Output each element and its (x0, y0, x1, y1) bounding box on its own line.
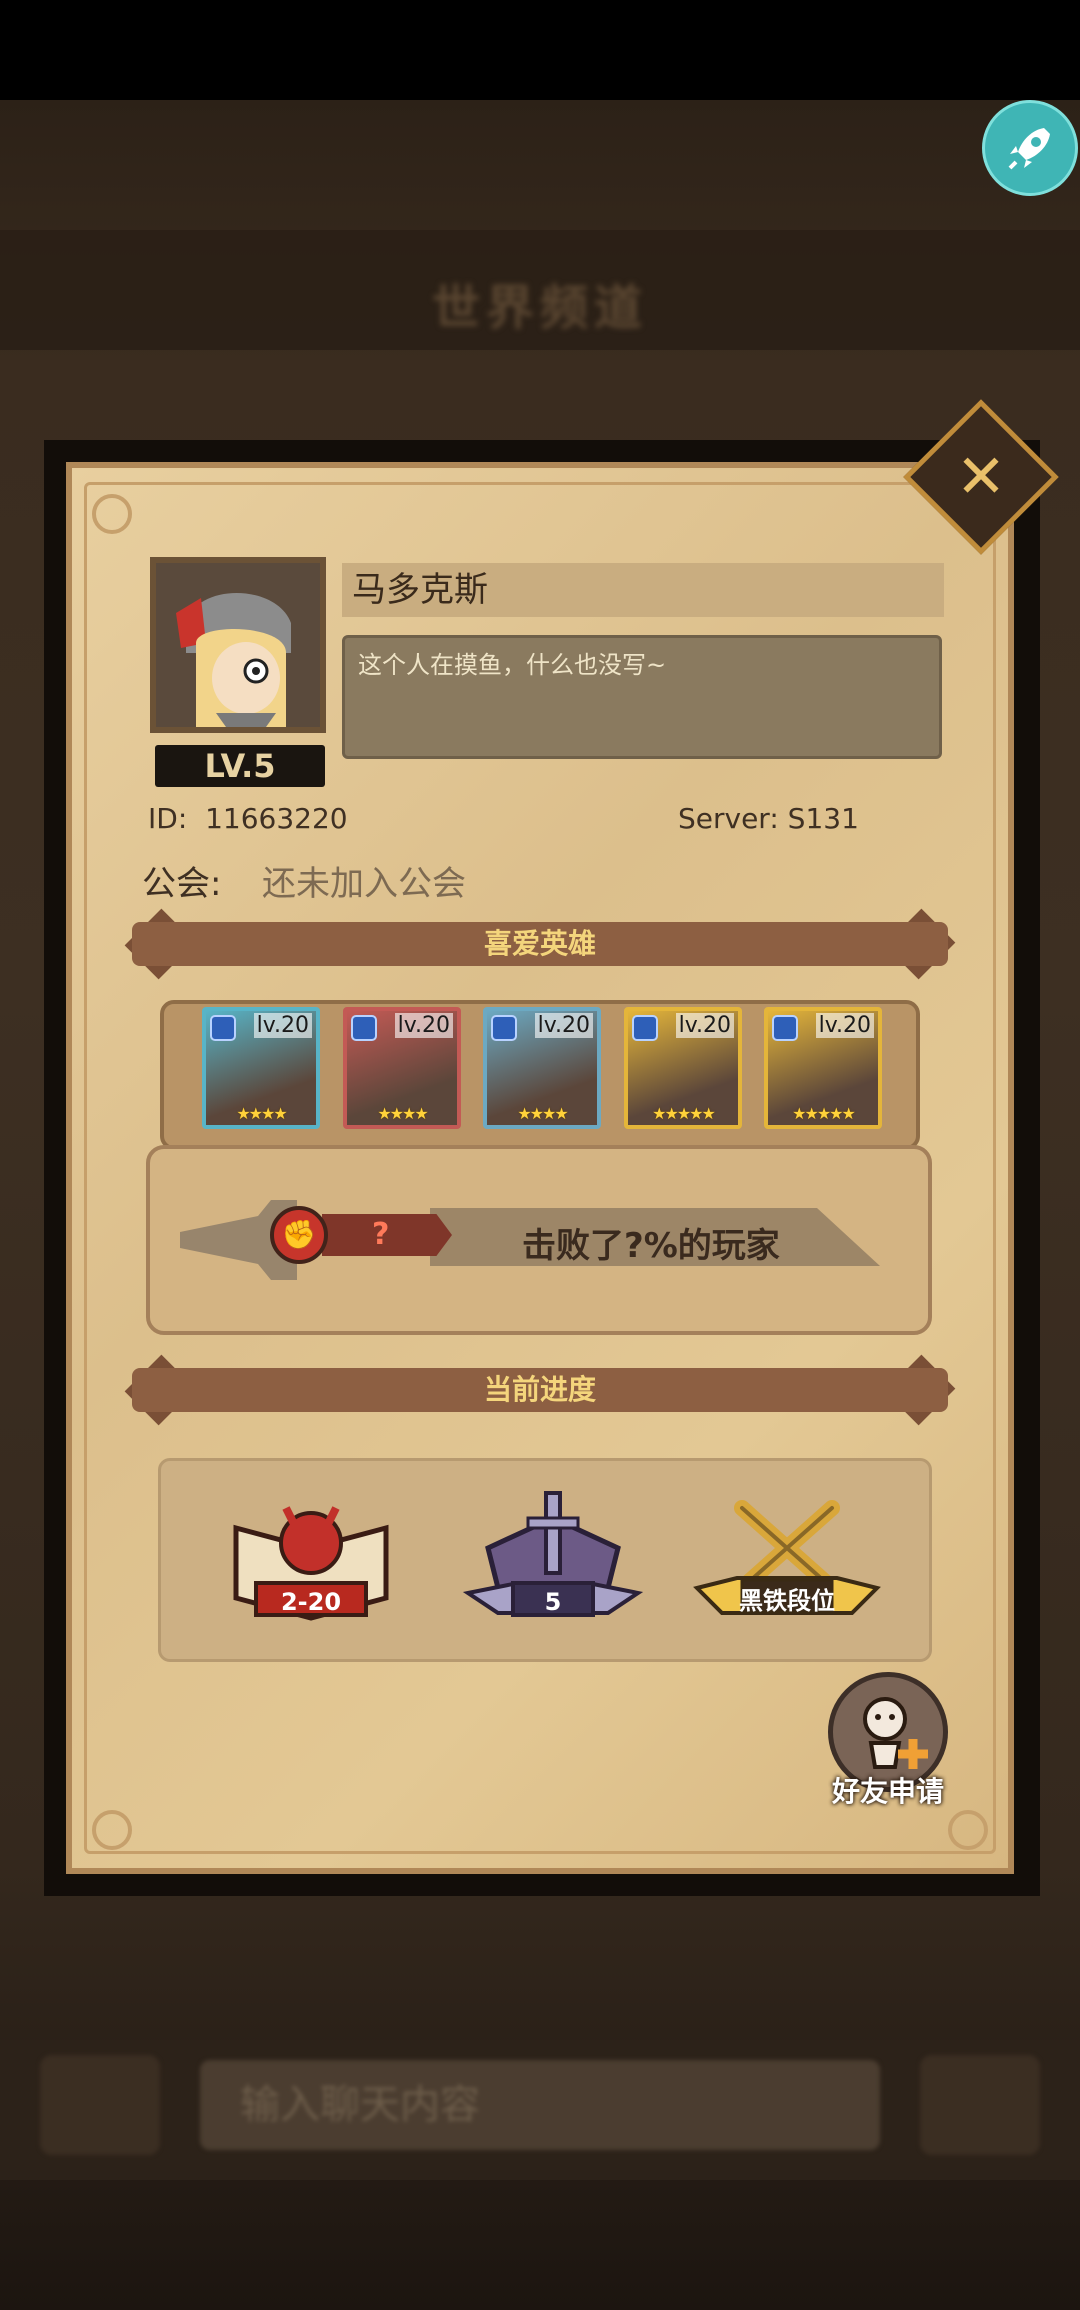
rocket-icon (1008, 128, 1050, 170)
corner-swirl-icon (92, 494, 132, 534)
fist-icon: ✊ (270, 1206, 328, 1264)
hero-level: lv.20 (534, 1013, 593, 1038)
hero-level: lv.20 (394, 1013, 453, 1038)
campaign-progress[interactable]: 2-20 (216, 1488, 406, 1628)
defeat-percentage-text: 击败了?%的玩家 (522, 1226, 780, 1266)
guild-label: 公会: (142, 864, 222, 904)
rocket-boost-button[interactable] (982, 100, 1078, 196)
hero-stars: ★★★★★ (652, 1104, 716, 1123)
status-bar (0, 0, 1080, 100)
hero-stars: ★★★★★ (792, 1104, 856, 1123)
friend-request-label[interactable]: 好友申请 (808, 1770, 968, 1810)
tower-progress[interactable]: 5 (458, 1488, 648, 1628)
background-chat-input: 输入聊天内容 (200, 2060, 880, 2150)
campaign-progress-label: 2-20 (280, 1588, 342, 1616)
element-icon (632, 1015, 658, 1041)
hero-stars: ★★★★ (377, 1104, 428, 1123)
favorite-heroes-title: 喜爱英雄 (483, 927, 596, 960)
background-header-title: 世界频道 (431, 280, 648, 336)
element-icon (351, 1015, 377, 1041)
hero-card-2[interactable]: lv.20 ★★★★ (343, 1007, 461, 1129)
hero-card-1[interactable]: lv.20 ★★★★ (202, 1007, 320, 1129)
player-id: ID: 11663220 (148, 802, 348, 835)
arena-rank-label: 黑铁段位 (739, 1587, 835, 1615)
background-send-button (920, 2055, 1040, 2155)
corner-swirl-icon (948, 1810, 988, 1850)
rank-value: ? (372, 1217, 390, 1252)
server-label: Server: (678, 802, 779, 835)
hero-card-3[interactable]: lv.20 ★★★★ (483, 1007, 601, 1129)
tower-progress-label: 5 (544, 1588, 562, 1616)
id-value: 11663220 (205, 802, 348, 835)
close-icon[interactable]: ✕ (951, 447, 1011, 507)
arena-progress[interactable]: 黑铁段位 (692, 1488, 882, 1628)
server-info: Server: S131 (678, 802, 859, 835)
player-level-badge: LV.5 (155, 745, 325, 787)
progress-title: 当前进度 (483, 1373, 596, 1406)
hero-level: lv.20 (675, 1013, 734, 1038)
hero-portrait-icon (156, 563, 320, 727)
element-icon (210, 1015, 236, 1041)
hero-card-4[interactable]: lv.20 ★★★★★ (624, 1007, 742, 1129)
hero-level: lv.20 (815, 1013, 874, 1038)
hero-stars: ★★★★ (236, 1104, 287, 1123)
player-name: 马多克斯 (352, 570, 488, 610)
avatar[interactable] (150, 557, 326, 733)
hero-card-5[interactable]: lv.20 ★★★★★ (764, 1007, 882, 1129)
signature-text: 这个人在摸鱼，什么也没写~ (358, 651, 667, 679)
id-label: ID: (148, 802, 188, 835)
server-value: S131 (787, 802, 859, 835)
hero-stars: ★★★★ (517, 1104, 568, 1123)
element-icon (491, 1015, 517, 1041)
hero-level: lv.20 (253, 1013, 312, 1038)
guild-value: 还未加入公会 (262, 864, 466, 904)
background-emoji-button (40, 2055, 160, 2155)
element-icon (772, 1015, 798, 1041)
corner-swirl-icon (92, 1810, 132, 1850)
